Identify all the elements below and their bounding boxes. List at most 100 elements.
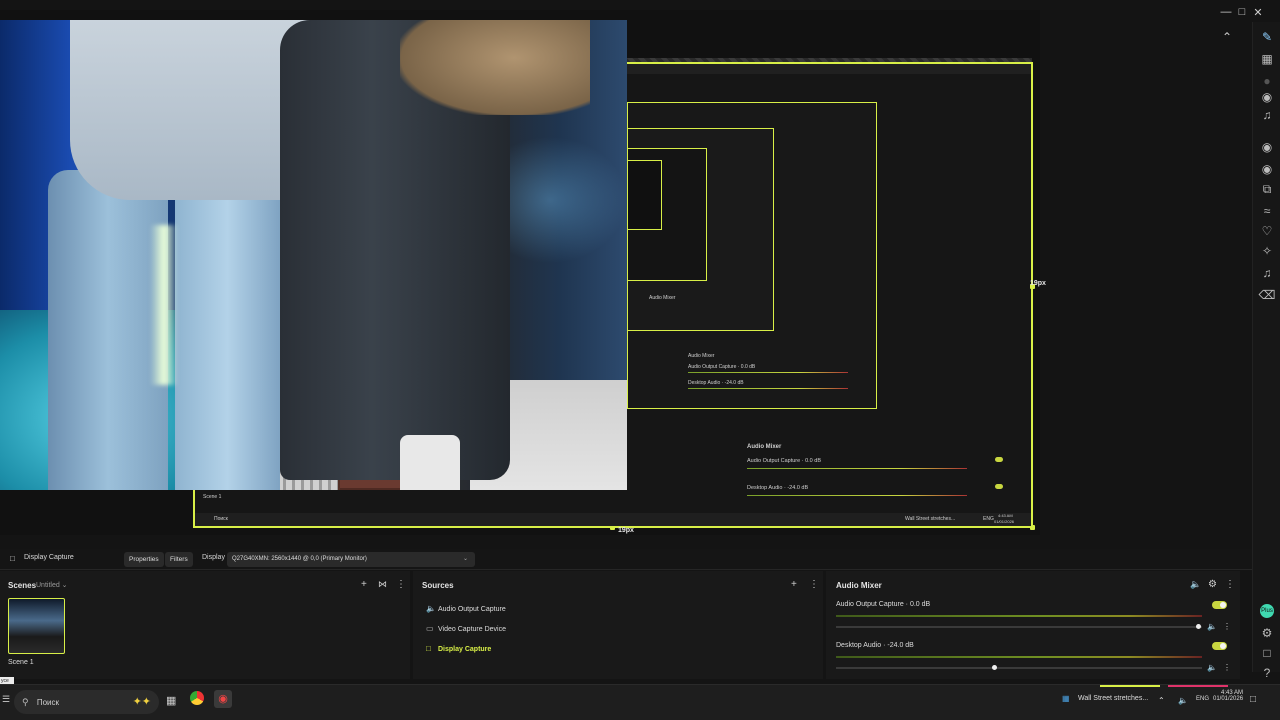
nested-meter xyxy=(688,388,848,389)
tag-icon[interactable]: ✧ xyxy=(1253,244,1280,258)
mute-icon[interactable]: 🔈 xyxy=(1207,663,1217,672)
speaker-icon[interactable]: 🔈 xyxy=(1190,579,1201,590)
more-icon[interactable]: ⋮ xyxy=(1223,663,1231,672)
px-label-bottom: 19px xyxy=(618,527,634,534)
nested-output-label-2: Audio Output Capture · 0.0 dB xyxy=(688,364,756,370)
studio-icon[interactable]: ✎ xyxy=(1253,30,1280,44)
minimize-icon[interactable]: — xyxy=(1218,6,1234,18)
scene-label[interactable]: Scene 1 xyxy=(8,659,34,666)
px-label-right: 19px xyxy=(1030,280,1046,287)
nested-time: 4:43 AM xyxy=(998,513,1013,518)
webcam-light xyxy=(150,225,178,385)
source-label: Video Capture Device xyxy=(438,626,506,633)
chrome-icon[interactable] xyxy=(190,691,204,705)
add-source-icon[interactable]: + xyxy=(791,579,797,590)
maximize-icon[interactable]: □ xyxy=(1234,6,1250,18)
properties-button[interactable]: Properties xyxy=(124,552,164,567)
webcam-feed[interactable] xyxy=(0,20,627,490)
webcam-fur-hood xyxy=(400,20,590,115)
trash-icon[interactable]: ⌫ xyxy=(1253,288,1280,302)
language[interactable]: ENG xyxy=(1196,696,1209,702)
speaker-icon[interactable]: 🔈 xyxy=(1178,696,1188,705)
more-icon[interactable]: ⋮ xyxy=(1225,579,1235,590)
sparkle-icon: ✦✦ xyxy=(132,696,151,708)
notification-icon[interactable]: □ xyxy=(1250,694,1256,705)
chat-icon[interactable]: ◉ xyxy=(1253,90,1280,104)
heart-icon[interactable]: ♡ xyxy=(1253,224,1280,238)
add-scene-icon[interactable]: + xyxy=(361,579,367,590)
source-properties-bar: □ Display Capture Properties Filters Dis… xyxy=(0,549,1252,570)
audio-mixer-dock: Audio Mixer 🔈 ⚙ ⋮ xyxy=(826,571,1240,679)
taskbar-search[interactable]: ⚲ Поиск ✦✦ xyxy=(14,690,159,714)
copy-icon[interactable]: ⧉ xyxy=(1253,182,1280,197)
dot-icon: ● xyxy=(1263,74,1271,88)
stream-icon[interactable]: ≈ xyxy=(1253,204,1280,218)
camera-icon: ▭ xyxy=(426,624,434,633)
volume-knob[interactable] xyxy=(1196,624,1201,629)
clock[interactable]: 4:43 AM 01/01/2026 xyxy=(1213,690,1243,702)
nested-meter xyxy=(747,468,967,469)
filters-button[interactable]: Filters xyxy=(165,552,193,567)
display-select[interactable]: Q27G40XMN: 2560x1440 @ 0,0 (Primary Moni… xyxy=(227,552,475,567)
more-icon[interactable]: ⋮ xyxy=(396,579,406,590)
channel-name-text: Audio Output Capture xyxy=(836,601,904,608)
channel-name-text: Desktop Audio xyxy=(836,642,882,649)
nested-toggle xyxy=(995,457,1003,462)
active-underline xyxy=(1168,685,1228,687)
bell-icon[interactable]: ♫ xyxy=(1253,108,1280,122)
volume-slider[interactable] xyxy=(836,667,1202,669)
volume-slider[interactable] xyxy=(836,626,1202,628)
channel-meter xyxy=(836,656,1202,658)
plus-badge-icon[interactable]: Plus xyxy=(1260,604,1274,618)
obs-window: — □ ✕ ⌃ ✎ ▦ ● ◉ ♫ ◉ ◉ ⧉ ≈ ♡ ✧ ♫ ⌫ Plus ⚙… xyxy=(0,0,1280,720)
nested-lang: ENG xyxy=(983,516,994,522)
channel-name: Desktop Audio · -24.0 dB xyxy=(836,642,914,649)
channel-toggle[interactable] xyxy=(1212,601,1227,609)
nested-mixer-title: Audio Mixer xyxy=(747,444,782,450)
panel-icon[interactable]: □ xyxy=(1253,646,1280,660)
selected-source-name: Display Capture xyxy=(24,554,74,561)
camera-icon[interactable]: ◉ xyxy=(1253,140,1280,154)
settings-icon[interactable]: ⚙ xyxy=(1253,626,1280,640)
layout-icon[interactable]: ▦ xyxy=(1253,52,1280,66)
record-icon[interactable]: ◉ xyxy=(1253,162,1280,176)
source-item-active[interactable]: □ Display Capture xyxy=(426,644,491,653)
gear-icon[interactable]: ⚙ xyxy=(1208,579,1217,590)
nested-date: 01/01/2026 xyxy=(994,519,1015,524)
display-capture-icon: □ xyxy=(10,554,15,563)
scene-collection-name: Untitled xyxy=(36,582,60,589)
display-label: Display xyxy=(202,554,225,561)
music-icon[interactable]: ♫ xyxy=(1253,266,1280,280)
help-icon[interactable]: ? xyxy=(1253,666,1280,680)
preview-canvas[interactable]: 19px 19px Audio Mixer Audio Mixer Audio … xyxy=(0,10,1046,535)
scene-thumbnail[interactable] xyxy=(8,598,65,654)
chevron-up-icon[interactable]: ⌃ xyxy=(1158,696,1165,705)
news-icon: ▦ xyxy=(1062,694,1070,703)
channel-toggle[interactable] xyxy=(1212,642,1227,650)
start-icon[interactable]: ☰ xyxy=(2,694,10,705)
source-item[interactable]: 🔈 Audio Output Capture xyxy=(426,604,506,613)
nested-desktop-label-2: Desktop Audio · -24.0 dB xyxy=(688,380,744,386)
speaker-icon: 🔈 xyxy=(426,604,436,613)
close-icon[interactable]: ✕ xyxy=(1250,6,1266,19)
chevron-down-icon: ⌄ xyxy=(462,556,468,562)
volume-knob[interactable] xyxy=(992,665,997,670)
webcam-jeans xyxy=(175,180,280,490)
taskbar: ☰ ⚲ Поиск ✦✦ ▦ ◉ ▦ Wall Street stretches… xyxy=(0,684,1280,720)
obs-icon[interactable]: ◉ xyxy=(214,690,232,708)
channel-level: -24.0 dB xyxy=(887,642,914,649)
chevron-up-icon[interactable]: ⌃ xyxy=(1222,30,1232,44)
nested-frame-5 xyxy=(627,160,662,230)
news-text[interactable]: Wall Street stretches... xyxy=(1078,695,1148,702)
source-item[interactable]: ▭ Video Capture Device xyxy=(426,624,506,633)
more-icon[interactable]: ⋮ xyxy=(1223,622,1231,631)
more-icon[interactable]: ⋮ xyxy=(809,579,819,590)
nested-search: Поиск xyxy=(214,516,228,522)
transition-icon[interactable]: ⋈ xyxy=(378,579,387,590)
source-label: Audio Output Capture xyxy=(438,606,506,613)
scene-collection-select[interactable]: Untitled ⌄ xyxy=(36,581,68,589)
task-view-icon[interactable]: ▦ xyxy=(166,694,176,707)
mute-icon[interactable]: 🔈 xyxy=(1207,622,1217,631)
nested-scene-label: Scene 1 xyxy=(203,494,222,500)
nested-mixer-label-3: Audio Mixer xyxy=(649,295,676,301)
